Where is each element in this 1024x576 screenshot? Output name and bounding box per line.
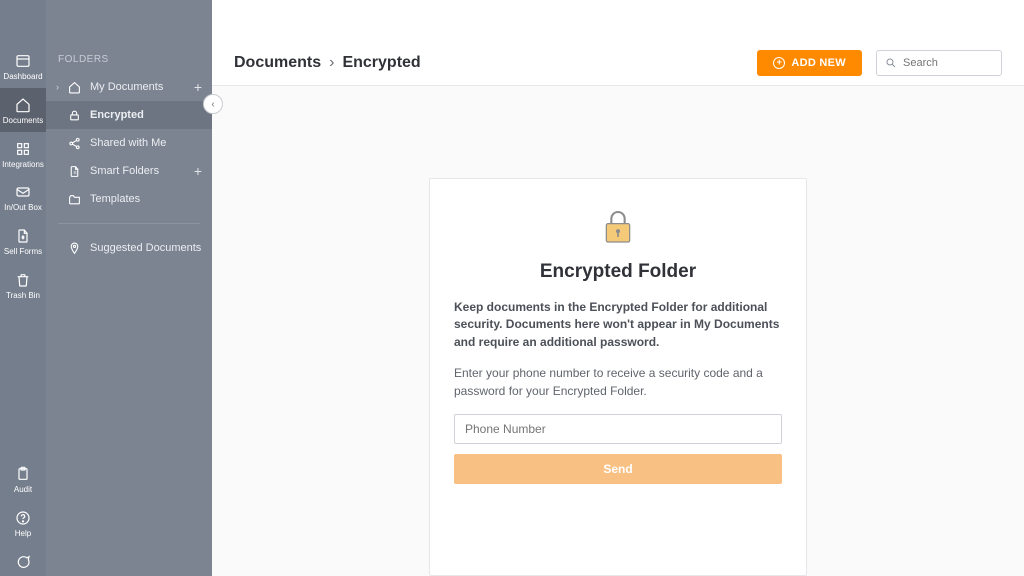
nav-label: Documents <box>3 117 43 126</box>
breadcrumb-root[interactable]: Documents <box>234 54 321 72</box>
folder-encrypted[interactable]: Encrypted <box>46 101 212 129</box>
nav-label: Sell Forms <box>4 248 42 257</box>
collapse-sidebar-button[interactable]: ‹ <box>203 94 223 114</box>
breadcrumb: Documents › Encrypted <box>234 54 421 72</box>
nav-audit[interactable]: Audit <box>0 457 46 501</box>
nav-integrations[interactable]: Integrations <box>0 132 46 176</box>
pin-icon <box>66 240 82 256</box>
chevron-left-icon: ‹ <box>211 99 214 110</box>
nav-label: Dashboard <box>3 73 42 82</box>
svg-text:S: S <box>73 170 77 176</box>
nav-label: In/Out Box <box>4 204 42 213</box>
nav-trash[interactable]: Trash Bin <box>0 263 46 307</box>
folder-label: Suggested Documents <box>90 242 202 254</box>
card-title: Encrypted Folder <box>454 261 782 283</box>
template-icon <box>66 191 82 207</box>
nav-inoutbox[interactable]: In/Out Box <box>0 175 46 219</box>
plus-circle-icon: + <box>773 57 785 69</box>
nav-help[interactable]: Help <box>0 501 46 545</box>
nav-label: Audit <box>14 486 32 495</box>
folder-smart[interactable]: S Smart Folders + <box>46 157 212 185</box>
folder-suggested[interactable]: Suggested Documents <box>46 234 212 262</box>
nav-label: Help <box>15 530 31 539</box>
folder-label: Smart Folders <box>90 165 194 177</box>
folder-shared[interactable]: Shared with Me <box>46 129 212 157</box>
primary-sidebar: Dashboard Documents Integrations In/Out … <box>0 0 46 576</box>
folder-templates[interactable]: Templates <box>46 185 212 213</box>
lock-illustration <box>454 207 782 247</box>
folder-my-documents[interactable]: › My Documents + <box>46 73 212 101</box>
nav-dashboard[interactable]: Dashboard <box>0 44 46 88</box>
search-input[interactable] <box>903 57 993 69</box>
folder-label: Encrypted <box>90 109 202 121</box>
add-folder-icon[interactable]: + <box>194 163 202 179</box>
chevron-right-icon: › <box>56 82 66 92</box>
clipboard-icon <box>14 465 32 483</box>
home-icon <box>14 96 32 114</box>
divider <box>58 223 200 224</box>
breadcrumb-current: Encrypted <box>342 54 420 72</box>
add-new-button[interactable]: + ADD NEW <box>757 50 862 76</box>
file-dollar-icon <box>14 227 32 245</box>
nav-label: Trash Bin <box>6 292 40 301</box>
apps-icon <box>14 140 32 158</box>
phone-number-input[interactable] <box>454 414 782 444</box>
card-desc-primary: Keep documents in the Encrypted Folder f… <box>454 299 782 351</box>
topbar: Documents › Encrypted + ADD NEW <box>212 0 1024 86</box>
send-button[interactable]: Send <box>454 454 782 484</box>
folder-label: Templates <box>90 193 202 205</box>
search-field-wrap[interactable] <box>876 50 1002 76</box>
content-area: Encrypted Folder Keep documents in the E… <box>212 86 1024 576</box>
smart-folder-icon: S <box>66 163 82 179</box>
add-new-label: ADD NEW <box>791 57 846 69</box>
search-icon <box>885 57 897 69</box>
folder-label: My Documents <box>90 81 194 93</box>
encrypted-folder-card: Encrypted Folder Keep documents in the E… <box>429 178 807 576</box>
share-icon <box>66 135 82 151</box>
card-desc-secondary: Enter your phone number to receive a sec… <box>454 365 782 400</box>
mail-icon <box>14 183 32 201</box>
trash-icon <box>14 271 32 289</box>
lock-icon <box>66 107 82 123</box>
folders-sidebar: FOLDERS › My Documents + Encrypted Share… <box>46 0 212 576</box>
dashboard-icon <box>14 52 32 70</box>
folder-label: Shared with Me <box>90 137 202 149</box>
nav-documents[interactable]: Documents <box>0 88 46 132</box>
chevron-right-icon: › <box>329 54 334 72</box>
add-folder-icon[interactable]: + <box>194 79 202 95</box>
folders-heading: FOLDERS <box>46 44 212 73</box>
chat-icon <box>14 553 32 571</box>
nav-label: Integrations <box>2 161 44 170</box>
nav-sellforms[interactable]: Sell Forms <box>0 219 46 263</box>
help-icon <box>14 509 32 527</box>
nav-feedback[interactable] <box>0 545 46 576</box>
home-icon <box>66 79 82 95</box>
main-area: Documents › Encrypted + ADD NEW <box>212 0 1024 576</box>
